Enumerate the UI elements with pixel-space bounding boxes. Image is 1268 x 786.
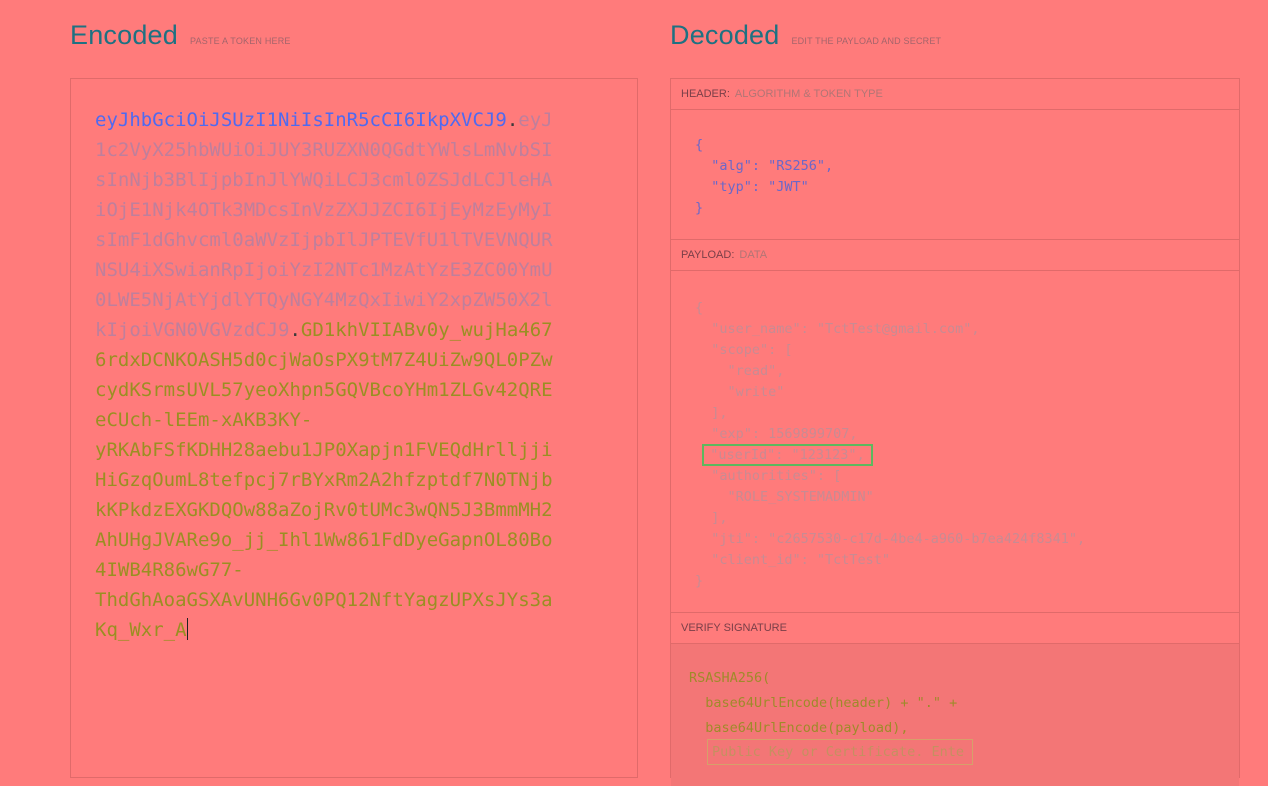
signature-code-line: RSASHA256(: [689, 670, 771, 686]
signature-code: RSASHA256( base64UrlEncode(header) + "."…: [671, 666, 1239, 741]
token-payload-segment: 0LWE5NjAtYjdlYTQyNGY4MzQxIiwiY2xpZW50X2l: [95, 289, 553, 311]
token-sig-segment: kKPkdzEXGKDQOw88aZojRv0tUMc3wQN5J3BmmMH2: [95, 499, 553, 521]
payload-json-line: "read",: [695, 363, 785, 379]
token-sig-segment: HiGzqOumL8tefpcj7rBYxRm2A2hfzptdf7N0TNjb: [95, 469, 553, 491]
payload-json-editor[interactable]: { "user_name": "TctTest@gmail.com", "sco…: [671, 271, 1239, 613]
payload-json-line: "user_name": "TctTest@gmail.com",: [695, 321, 980, 337]
header-json-line: }: [695, 200, 704, 216]
encoded-title: Encoded: [70, 20, 178, 50]
token-payload-segment: sImF1dGhvcml0aWVzIjpbIlJPTEVfU1lTVEVNQUR: [95, 229, 553, 251]
payload-json-line: "jti": "c2657530-c17d-4be4-a960-b7ea424f…: [695, 531, 1086, 547]
payload-json-line: ],: [695, 405, 728, 421]
token-line: eCUch-lEEm-xAKB3KY-: [95, 405, 575, 435]
token-line: 6rdxDCNKOASH5d0cjWaOsPX9tM7Z4UiZw9QL0PZw: [95, 345, 575, 375]
payload-json-line: "write": [695, 384, 785, 400]
decoded-subtitle: EDIT THE PAYLOAD AND SECRET: [791, 36, 942, 46]
token-line: yRKAbFSfKDHH28aebu1JP0Xapjn1FVEQdHrlljji: [95, 435, 575, 465]
token-header-segment: eyJhbGciOiJSUzI1NiIsInR5cCI6IkpXVCJ9: [95, 109, 507, 131]
token-text[interactable]: eyJhbGciOiJSUzI1NiIsInR5cCI6IkpXVCJ9.eyJ…: [95, 105, 575, 645]
encoded-heading: Encoded PASTE A TOKEN HERE: [70, 20, 291, 51]
token-payload-segment: sInNjb3BlIjpbInJlYWQiLCJ3cml0ZSJdLCJleHA: [95, 169, 553, 191]
public-key-input[interactable]: [707, 739, 973, 765]
token-sig-segment: 6rdxDCNKOASH5d0cjWaOsPX9tM7Z4UiZw9QL0PZw: [95, 349, 553, 371]
signature-label: VERIFY SIGNATURE: [681, 622, 787, 634]
token-sig-segment: AhUHgJVARe9o_jj_Ihl1Ww861FdDyeGapnOL80Bo: [95, 529, 553, 551]
token-payload-segment: iOjE1Njk4OTk3MDcsInVzZXJJZCI6IjEyMzEyMyI: [95, 199, 553, 221]
token-line: ThdGhAoaGSXAvUNH6Gv0PQ12NftYagzUPXsJYs3a: [95, 585, 575, 615]
payload-json-line: }: [695, 573, 704, 589]
token-sig-segment: eCUch-lEEm-xAKB3KY-: [95, 409, 313, 431]
payload-label: PAYLOAD:: [681, 249, 735, 261]
decoded-panel: HEADER: ALGORITHM & TOKEN TYPE { "alg": …: [670, 78, 1240, 786]
token-line: iOjE1Njk4OTk3MDcsInVzZXJJZCI6IjEyMzEyMyI: [95, 195, 575, 225]
token-dot-segment: .: [506, 109, 519, 131]
payload-sublabel: DATA: [739, 249, 768, 261]
decoded-heading: Decoded EDIT THE PAYLOAD AND SECRET: [670, 20, 941, 51]
token-sig-segment: 4IWB4R86wG77-: [95, 559, 244, 581]
payload-json[interactable]: { "user_name": "TctTest@gmail.com", "sco…: [671, 271, 1239, 612]
payload-json-line: "authorities": [: [695, 468, 842, 484]
payload-json-line: ],: [695, 510, 728, 526]
token-payload-segment: 1c2VyX25hbWUiOiJUY3RUZXN0QGdtYWlsLmNvbSI: [95, 139, 553, 161]
encoded-subtitle: PASTE A TOKEN HERE: [190, 36, 291, 46]
token-payload-segment: NSU4iXSwianRpIjoiYzI2NTc1MzAtYzE3ZC00YmU: [95, 259, 553, 281]
token-line: kIjoiVGN0VGVzdCJ9.GD1khVIIABv0y_wujHa467: [95, 315, 575, 345]
token-line: AhUHgJVARe9o_jj_Ihl1Ww861FdDyeGapnOL80Bo: [95, 525, 575, 555]
payload-json-line: "ROLE_SYSTEMADMIN": [695, 489, 874, 505]
token-sig-segment: Kq_Wxr_A: [95, 619, 187, 641]
header-section-title: HEADER: ALGORITHM & TOKEN TYPE: [671, 79, 1239, 110]
header-label: HEADER:: [681, 88, 730, 100]
token-payload-segment: eyJ: [518, 109, 553, 131]
payload-json-line: {: [695, 300, 704, 316]
payload-json-line: "client_id": "TctTest": [695, 552, 891, 568]
token-line: sInNjb3BlIjpbInJlYWQiLCJ3cml0ZSJdLCJleHA: [95, 165, 575, 195]
header-json-editor[interactable]: { "alg": "RS256", "typ": "JWT"}: [671, 110, 1239, 240]
encoded-token-editor[interactable]: eyJhbGciOiJSUzI1NiIsInR5cCI6IkpXVCJ9.eyJ…: [70, 78, 638, 778]
payload-json-line: "scope": [: [695, 342, 793, 358]
token-line: sImF1dGhvcml0aWVzIjpbIlJPTEVfU1lTVEVNQUR: [95, 225, 575, 255]
token-dot-segment: .: [289, 319, 301, 341]
token-line: kKPkdzEXGKDQOw88aZojRv0tUMc3wQN5J3BmmMH2: [95, 495, 575, 525]
signature-code-line: base64UrlEncode(payload),: [689, 720, 909, 736]
token-line: HiGzqOumL8tefpcj7rBYxRm2A2hfzptdf7N0TNjb: [95, 465, 575, 495]
payload-section-title: PAYLOAD: DATA: [671, 240, 1239, 271]
header-sublabel: ALGORITHM & TOKEN TYPE: [734, 88, 883, 100]
signature-section-title: VERIFY SIGNATURE: [671, 613, 1239, 644]
payload-json-line: "exp": 1569899707,: [695, 426, 858, 442]
payload-json-line: "userId": "123123",: [695, 444, 1239, 466]
highlighted-field: "userId": "123123",: [702, 444, 873, 466]
token-line: 0LWE5NjAtYjdlYTQyNGY4MzQxIiwiY2xpZW50X2l: [95, 285, 575, 315]
text-cursor: [186, 618, 188, 640]
decoded-title: Decoded: [670, 20, 780, 50]
header-json-line: {: [695, 137, 704, 153]
token-sig-segment: ThdGhAoaGSXAvUNH6Gv0PQ12NftYagzUPXsJYs3a: [95, 589, 553, 611]
header-json-line: "typ": "JWT": [695, 179, 809, 195]
token-line: eyJhbGciOiJSUzI1NiIsInR5cCI6IkpXVCJ9.eyJ: [95, 105, 575, 135]
header-json[interactable]: { "alg": "RS256", "typ": "JWT"}: [671, 110, 1239, 239]
token-line: 4IWB4R86wG77-: [95, 555, 575, 585]
token-line: Kq_Wxr_A: [95, 615, 575, 645]
token-sig-segment: cydKSrmsUVL57yeoXhpn5GQVBcoYHm1ZLGv42QRE: [95, 379, 553, 401]
token-payload-segment: kIjoiVGN0VGVzdCJ9: [95, 319, 290, 341]
token-sig-segment: GD1khVIIABv0y_wujHa467: [300, 319, 553, 341]
header-json-line: "alg": "RS256",: [695, 158, 834, 174]
token-line: 1c2VyX25hbWUiOiJUY3RUZXN0QGdtYWlsLmNvbSI: [95, 135, 575, 165]
signature-code-line: base64UrlEncode(header) + "." +: [689, 695, 958, 711]
token-line: NSU4iXSwianRpIjoiYzI2NTc1MzAtYzE3ZC00YmU: [95, 255, 575, 285]
token-line: cydKSrmsUVL57yeoXhpn5GQVBcoYHm1ZLGv42QRE: [95, 375, 575, 405]
token-sig-segment: yRKAbFSfKDHH28aebu1JP0Xapjn1FVEQdHrlljji: [95, 439, 553, 461]
